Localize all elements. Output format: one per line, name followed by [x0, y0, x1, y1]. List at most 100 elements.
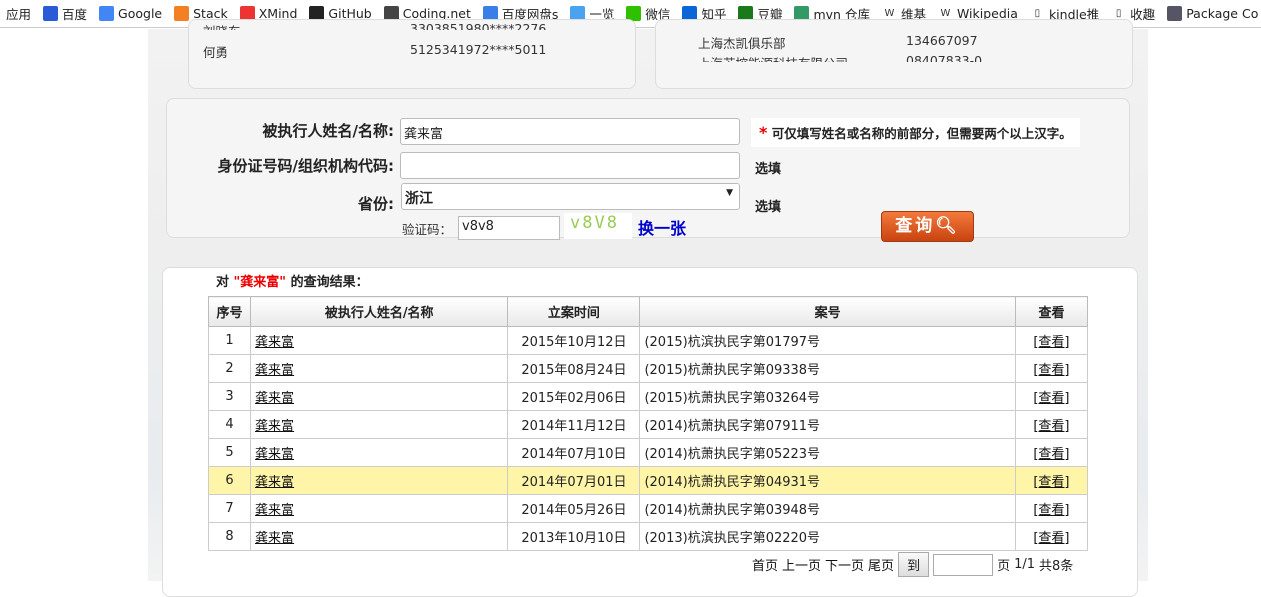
table-row: 1 龚来富 2015年10月12日 (2015)杭滨执民字第01797号 [查看] — [207, 326, 1089, 355]
required-star: * — [759, 123, 768, 142]
view-link[interactable]: [查看] — [1033, 419, 1069, 434]
bookmark-favicon-icon — [1167, 6, 1183, 21]
name-cell: 龚来富 — [250, 494, 509, 523]
page-input[interactable] — [933, 553, 994, 576]
date-cell: 2015年08月24日 — [507, 354, 641, 383]
optional-label: 选填 — [755, 162, 782, 177]
hint-text: 可仅填写姓名或名称的前部分，但需要两个以上汉字。 — [771, 126, 1072, 141]
row-number: 1 — [207, 326, 252, 355]
total-count: 共8条 — [1039, 559, 1074, 574]
column-header: 序号 — [207, 296, 252, 327]
bookmark-label: 应用 — [6, 7, 32, 22]
id: 3303851980****2276 — [410, 21, 547, 30]
table-row: 7 龚来富 2014年05月26日 (2014)杭萧执民字第03948号 [查看] — [207, 494, 1089, 523]
results-table: 序号 被执行人姓名/名称 立案时间 案号 查看 1 龚来富 2015年10月12日 (2015… — [207, 296, 1089, 551]
bookmark-item[interactable]: 百度 — [43, 4, 87, 23]
view-link[interactable]: [查看] — [1033, 447, 1069, 462]
row-number: 4 — [207, 410, 252, 439]
name-label: 被执行人姓名/名称: — [262, 122, 394, 140]
column-header: 被执行人姓名/名称 — [250, 296, 509, 327]
view-cell: [查看] — [1014, 354, 1089, 383]
name-cell: 龚来富 — [250, 326, 509, 355]
id: 134667097 — [906, 33, 978, 48]
view-cell: [查看] — [1014, 326, 1089, 355]
bookmark-label: 收趣 — [1130, 7, 1156, 22]
case-number-cell: (2015)杭萧执民字第03264号 — [639, 382, 1016, 411]
bookmark-label: 百度 — [62, 7, 88, 22]
date-cell: 2014年05月26日 — [507, 494, 641, 523]
province-label: 省份: — [358, 195, 394, 213]
bookmark-favicon-icon — [174, 6, 190, 21]
search-icon: 🔍︎ — [935, 216, 960, 236]
captcha-image: v8V8 — [564, 213, 632, 239]
name: 刘晓东 — [203, 21, 241, 30]
captcha-label: 验证码： — [402, 222, 453, 237]
row-number: 3 — [207, 382, 252, 411]
bookmark-favicon-icon — [99, 6, 115, 21]
row-number: 2 — [207, 354, 252, 383]
column-header: 立案时间 — [507, 296, 641, 327]
table-row: 6 龚来富 2014年07月01日 (2014)杭萧执民字第04931号 [查看] — [207, 466, 1089, 495]
view-cell: [查看] — [1014, 438, 1089, 467]
view-link[interactable]: [查看] — [1033, 363, 1069, 378]
name-link[interactable]: 龚来富 — [255, 335, 294, 350]
page-content: 刘晓东 3303851980****2276 何勇 5125341972****… — [148, 19, 1148, 597]
view-link[interactable]: [查看] — [1033, 391, 1069, 406]
name: 上海杰凯俱乐部 — [698, 36, 786, 51]
view-link[interactable]: [查看] — [1033, 475, 1069, 490]
bookmark-item[interactable]: Google — [99, 6, 162, 21]
bookmark-item[interactable]: 应用 — [6, 4, 31, 23]
optional-label: 选填 — [755, 200, 782, 215]
date-cell: 2013年10月10日 — [507, 522, 641, 551]
name-cell: 龚来富 — [250, 354, 509, 383]
name-link[interactable]: 龚来富 — [255, 363, 294, 378]
name-cell: 龚来富 — [250, 410, 509, 439]
name-input[interactable]: 龚来富 — [400, 118, 740, 145]
bookmark-favicon-icon — [43, 6, 59, 21]
name-hint: * 可仅填写姓名或名称的前部分，但需要两个以上汉字。 — [751, 118, 1080, 147]
case-number-cell: (2015)杭滨执民字第01797号 — [639, 326, 1016, 355]
page-info: 1/1 — [1014, 557, 1036, 572]
view-link[interactable]: [查看] — [1033, 503, 1069, 518]
view-cell: [查看] — [1014, 522, 1089, 551]
name-cell: 龚来富 — [250, 438, 509, 467]
id: 08407833-0 — [906, 53, 983, 62]
last-page-link[interactable]: 尾页 — [868, 555, 894, 574]
view-cell: [查看] — [1014, 466, 1089, 495]
view-link[interactable]: [查看] — [1033, 531, 1069, 546]
prev-page-link[interactable]: 上一页 — [782, 555, 821, 574]
date-cell: 2015年02月06日 — [507, 382, 641, 411]
view-link[interactable]: [查看] — [1033, 335, 1069, 350]
dropdown-arrow-icon: ▼ — [726, 188, 733, 198]
id-input[interactable] — [400, 152, 740, 179]
table-row: 8 龚来富 2013年10月10日 (2013)杭滨执民字第02220号 [查看] — [207, 522, 1089, 551]
name-link[interactable]: 龚来富 — [255, 475, 294, 490]
refresh-captcha-link[interactable]: 换一张 — [638, 215, 686, 239]
province-select[interactable]: 浙江 ▼ — [401, 183, 740, 210]
name-cell: 龚来富 — [250, 522, 509, 551]
next-page-link[interactable]: 下一页 — [825, 555, 864, 574]
date-cell: 2014年07月10日 — [507, 438, 641, 467]
case-number-cell: (2014)杭萧执民字第03948号 — [639, 494, 1016, 523]
name-link[interactable]: 龚来富 — [255, 447, 294, 462]
name-link[interactable]: 龚来富 — [255, 419, 294, 434]
table-row: 2 龚来富 2015年08月24日 (2015)杭萧执民字第09338号 [查看] — [207, 354, 1089, 383]
column-header: 查看 — [1014, 296, 1089, 327]
pagination: 首页 上一页 下一页 尾页 到 页 1/1 共8条 — [752, 552, 1073, 577]
go-button[interactable]: 到 — [898, 552, 930, 577]
bookmark-item[interactable]: Package Co — [1167, 6, 1258, 21]
results-title: 对 "龚来富" 的查询结果： — [216, 271, 369, 290]
query-term: "龚来富" — [233, 275, 287, 290]
search-button[interactable]: 查询🔍︎ — [881, 211, 974, 242]
name-cell: 龚来富 — [250, 466, 509, 495]
table-row: 3 龚来富 2015年02月06日 (2015)杭萧执民字第03264号 [查看] — [207, 382, 1089, 411]
name-link[interactable]: 龚来富 — [255, 391, 294, 406]
first-page-link[interactable]: 首页 — [752, 555, 778, 574]
case-number-cell: (2013)杭滨执民字第02220号 — [639, 522, 1016, 551]
row-number: 7 — [207, 494, 252, 523]
captcha-input[interactable]: v8v8 — [458, 216, 560, 240]
view-cell: [查看] — [1014, 410, 1089, 439]
name-link[interactable]: 龚来富 — [255, 531, 294, 546]
date-cell: 2015年10月12日 — [507, 326, 641, 355]
name-link[interactable]: 龚来富 — [255, 503, 294, 518]
